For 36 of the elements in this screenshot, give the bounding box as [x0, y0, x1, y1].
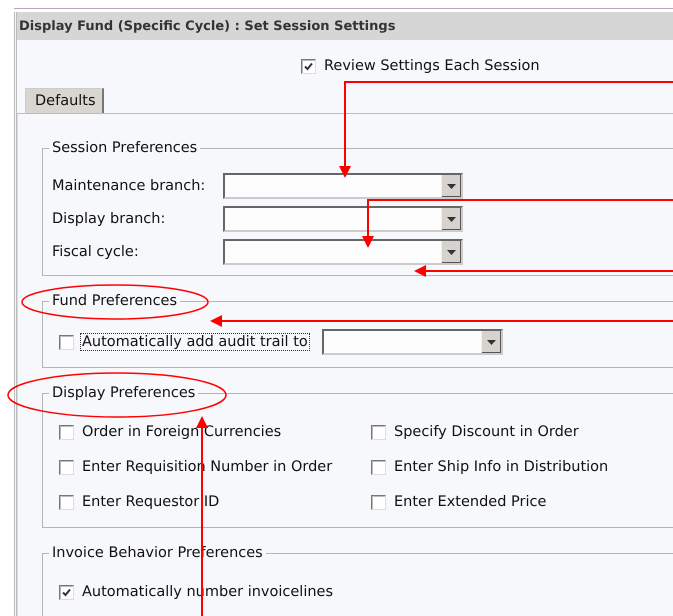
checkbox[interactable]: [59, 424, 74, 440]
checkbox-label: Enter Ship Info in Distribution: [393, 458, 610, 476]
dropdown-field[interactable]: [223, 173, 463, 199]
caret-icon: [447, 250, 456, 254]
field-label: Maintenance branch:: [52, 178, 206, 194]
field-label: Fiscal cycle:: [52, 244, 140, 260]
dropdown-field[interactable]: [322, 329, 503, 355]
check-icon: [303, 60, 314, 72]
checkbox[interactable]: [371, 424, 386, 440]
caret-icon: [486, 340, 496, 344]
checkbox[interactable]: [301, 58, 316, 74]
group-title: Display Preferences: [49, 384, 198, 402]
dropdown-button[interactable]: [441, 241, 461, 263]
checkbox-label: Enter Requestor ID: [81, 493, 220, 511]
checkbox-label: Specify Discount in Order: [393, 423, 580, 441]
checkbox[interactable]: [59, 460, 74, 474]
checkbox-label: Order in Foreign Currencies: [81, 423, 282, 441]
checkbox[interactable]: [59, 494, 74, 510]
checkbox[interactable]: [59, 584, 74, 600]
dropdown-button[interactable]: [441, 175, 461, 197]
dropdown-field[interactable]: [223, 239, 463, 265]
dropdown-field[interactable]: [223, 206, 463, 232]
dropdown-button[interactable]: [480, 331, 501, 353]
checkbox-label: Automatically add audit trail to: [80, 333, 310, 351]
dropdown-button[interactable]: [441, 208, 461, 230]
checkbox[interactable]: [59, 334, 74, 350]
window-title: Display Fund (Specific Cycle) : Set Session Settings: [17, 12, 673, 40]
tab[interactable]: Defaults: [25, 88, 104, 113]
check-icon: [61, 586, 72, 598]
caret-icon: [447, 184, 456, 188]
checkbox-label: Enter Extended Price: [393, 493, 548, 511]
checkbox[interactable]: [371, 494, 386, 510]
checkbox[interactable]: [371, 460, 386, 474]
checkbox-label: Review Settings Each Session: [323, 57, 541, 75]
field-label: Display branch:: [52, 211, 166, 227]
caret-icon: [447, 216, 456, 222]
